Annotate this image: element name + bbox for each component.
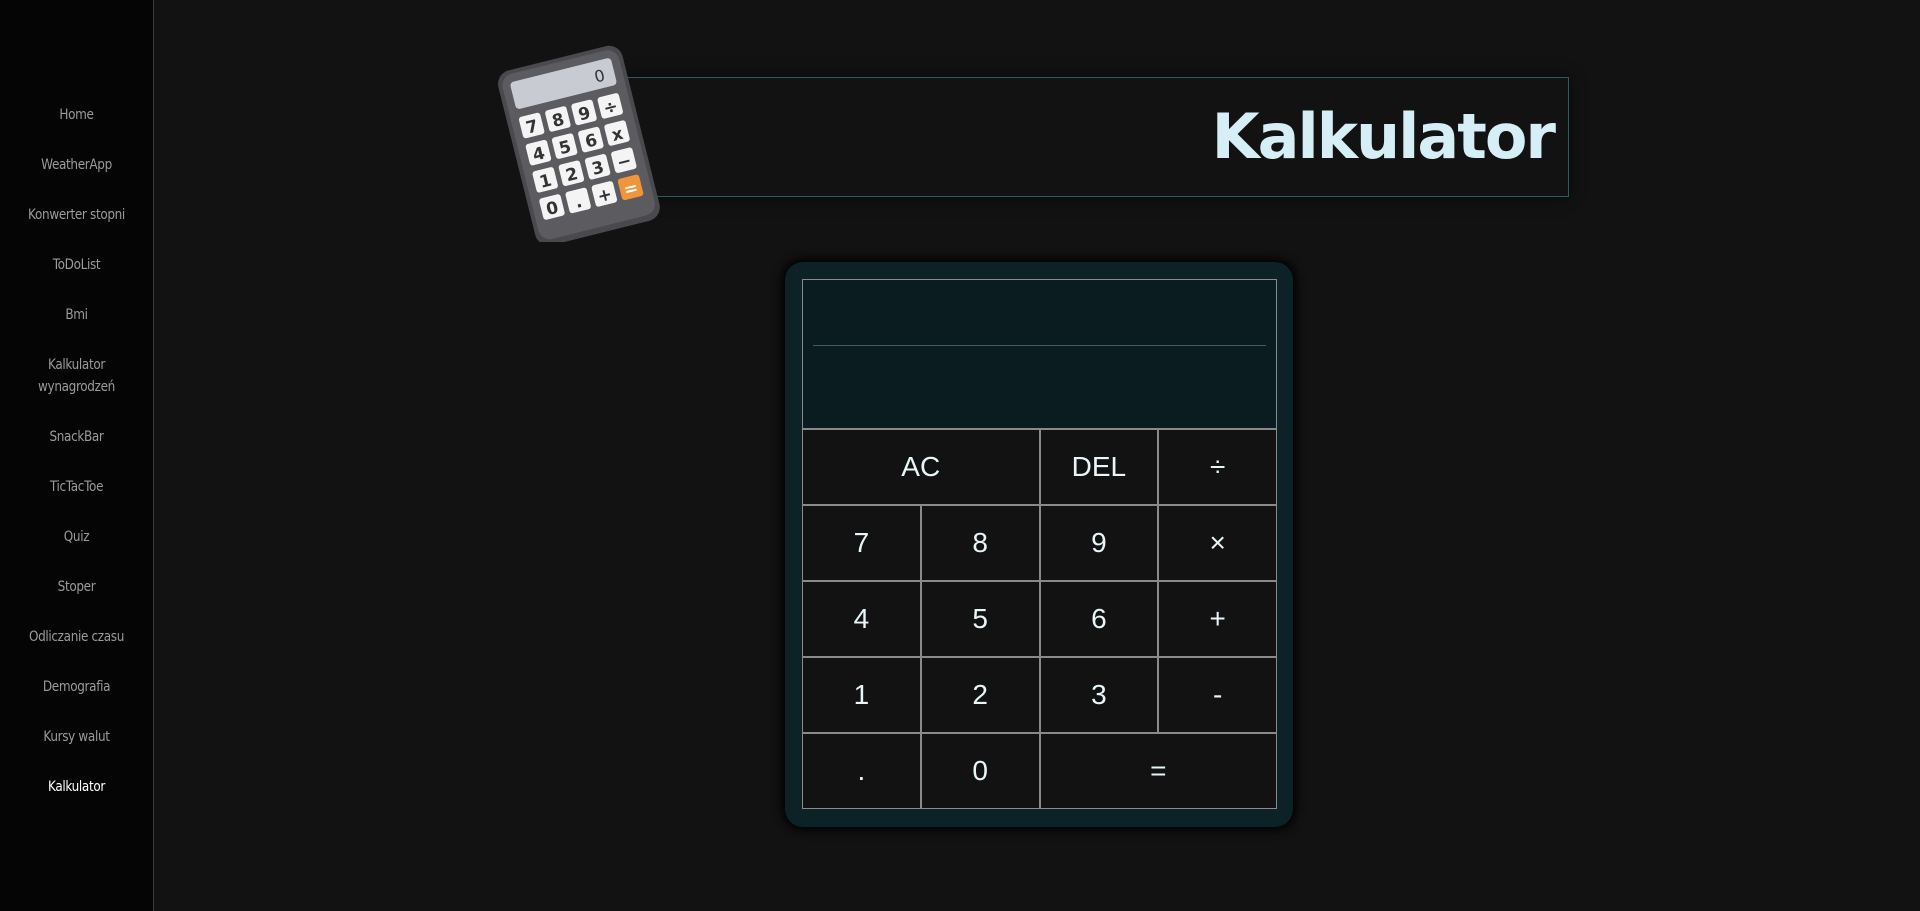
sidebar-item-kalkulator[interactable]: Kalkulator <box>11 772 143 802</box>
previous-operand <box>813 290 1266 346</box>
divide-button[interactable]: ÷ <box>1158 429 1277 505</box>
sidebar-item-tictactoe[interactable]: TicTacToe <box>11 472 143 502</box>
digit-5-button[interactable]: 5 <box>920 581 1040 657</box>
digit-9-button[interactable]: 9 <box>1039 505 1159 581</box>
sidebar-item-kalkulator-wynagrodzen[interactable]: Kalkulator wynagrodzeń <box>11 350 143 402</box>
digit-7-button[interactable]: 7 <box>802 505 921 581</box>
sidebar-nav: Home WeatherApp Konwerter stopni ToDoLis… <box>0 100 153 822</box>
sidebar-item-konwerter-stopni[interactable]: Konwerter stopni <box>11 200 143 230</box>
plus-button[interactable]: + <box>1158 581 1277 657</box>
multiply-button[interactable]: × <box>1158 505 1277 581</box>
all-clear-button[interactable]: AC <box>802 429 1040 505</box>
calculator-display <box>802 279 1277 429</box>
sidebar-item-quiz[interactable]: Quiz <box>11 522 143 552</box>
sidebar-item-odliczanie-czasu[interactable]: Odliczanie czasu <box>11 622 143 652</box>
sidebar-item-bmi[interactable]: Bmi <box>11 300 143 330</box>
digit-0-button[interactable]: 0 <box>920 733 1040 809</box>
calculator: AC DEL ÷ 7 8 9 × 4 5 6 + 1 2 3 - . 0 = <box>785 262 1293 827</box>
page-title: Kalkulator <box>1211 100 1556 173</box>
digit-8-button[interactable]: 8 <box>920 505 1040 581</box>
page-header: Kalkulator <box>620 77 1569 197</box>
sidebar-item-snackbar[interactable]: SnackBar <box>11 422 143 452</box>
digit-3-button[interactable]: 3 <box>1039 657 1159 733</box>
sidebar-item-todolist[interactable]: ToDoList <box>11 250 143 280</box>
decimal-point-button[interactable]: . <box>802 733 921 809</box>
equals-button[interactable]: = <box>1039 733 1277 809</box>
calculator-grid: AC DEL ÷ 7 8 9 × 4 5 6 + 1 2 3 - . 0 = <box>802 279 1277 809</box>
minus-button[interactable]: - <box>1158 657 1277 733</box>
digit-1-button[interactable]: 1 <box>802 657 921 733</box>
digit-2-button[interactable]: 2 <box>920 657 1040 733</box>
digit-6-button[interactable]: 6 <box>1039 581 1159 657</box>
sidebar-item-home[interactable]: Home <box>11 100 143 130</box>
digit-4-button[interactable]: 4 <box>802 581 921 657</box>
sidebar-item-weatherapp[interactable]: WeatherApp <box>11 150 143 180</box>
current-operand <box>813 352 1266 412</box>
delete-button[interactable]: DEL <box>1039 429 1159 505</box>
sidebar-item-demografia[interactable]: Demografia <box>11 672 143 702</box>
sidebar: Home WeatherApp Konwerter stopni ToDoLis… <box>0 0 154 911</box>
calculator-icon: 0 7 8 9 ÷ 4 5 6 x 1 2 3 − 0 . + = <box>498 45 660 242</box>
sidebar-item-kursy-walut[interactable]: Kursy walut <box>11 722 143 752</box>
sidebar-item-stoper[interactable]: Stoper <box>11 572 143 602</box>
